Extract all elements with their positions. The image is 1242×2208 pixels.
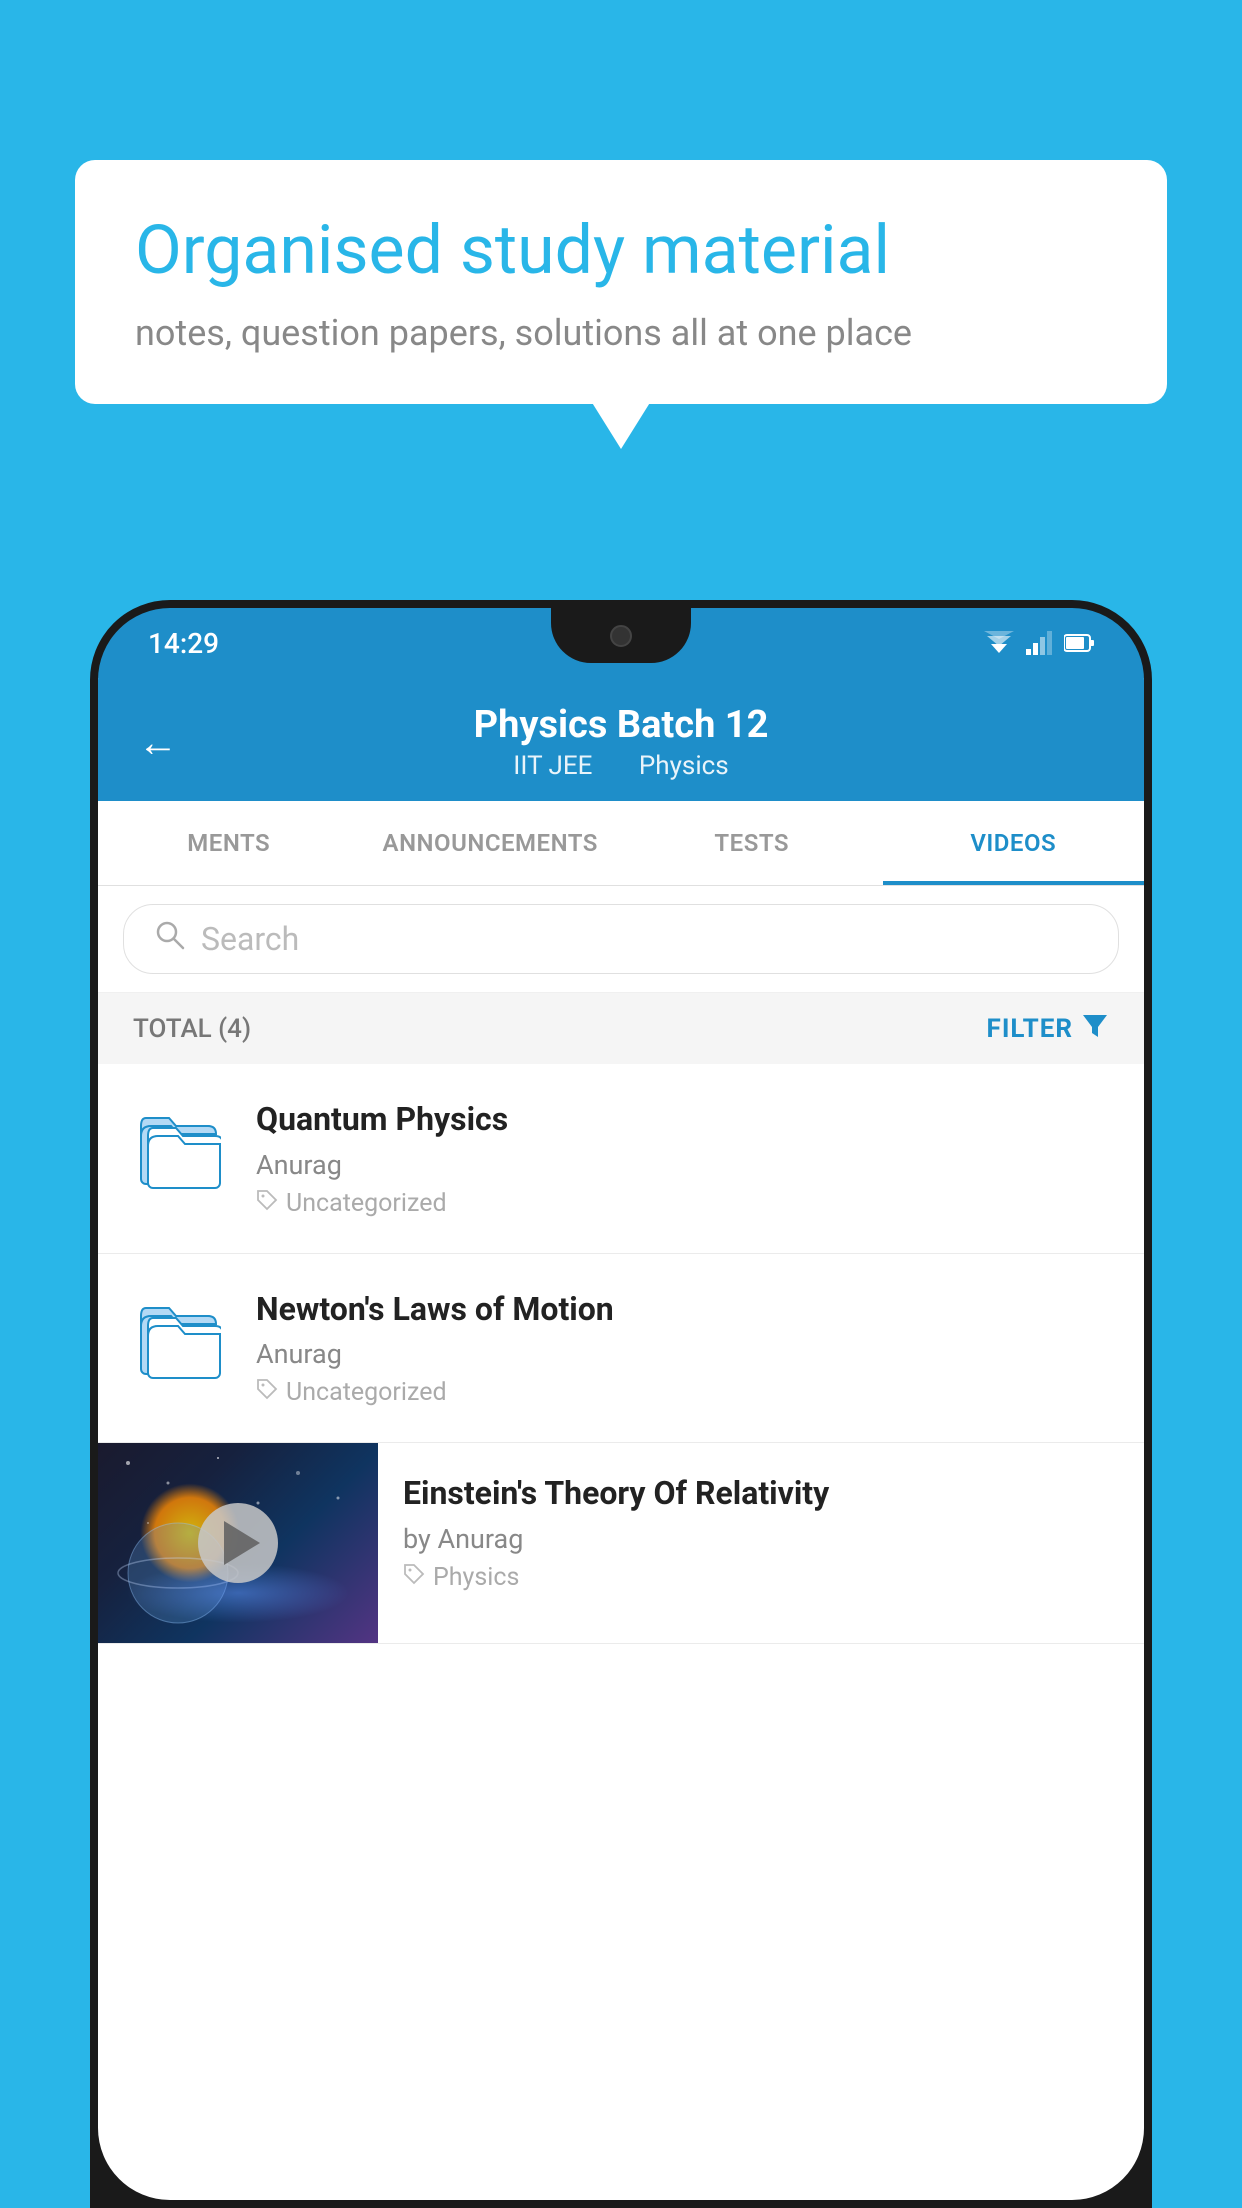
video-info: Quantum Physics Anurag Uncategorized — [256, 1099, 1114, 1218]
total-count: TOTAL (4) — [133, 1014, 251, 1044]
filter-icon — [1081, 1011, 1109, 1046]
subtitle-part2: Physics — [639, 751, 729, 781]
list-item[interactable]: Newton's Laws of Motion Anurag Uncategor… — [98, 1254, 1144, 1444]
video-info: Newton's Laws of Motion Anurag Uncategor… — [256, 1289, 1114, 1408]
search-icon — [154, 919, 186, 959]
tab-ments[interactable]: MENTS — [98, 801, 360, 885]
power-button — [1144, 828, 1152, 938]
filter-bar: TOTAL (4) FILTER — [98, 993, 1144, 1064]
back-button[interactable]: ← — [138, 719, 178, 766]
filter-label: FILTER — [987, 1014, 1073, 1044]
header-title-area: Physics Batch 12 IIT JEE Physics — [208, 703, 1034, 781]
bubble-subtitle: notes, question papers, solutions all at… — [135, 312, 1107, 354]
bubble-title: Organised study material — [135, 210, 1107, 292]
batch-subtitle: IIT JEE Physics — [208, 751, 1034, 781]
video-author: Anurag — [256, 1149, 1114, 1181]
notch — [551, 608, 691, 663]
tab-announcements[interactable]: ANNOUNCEMENTS — [360, 801, 622, 885]
tab-videos[interactable]: VIDEOS — [883, 801, 1145, 885]
search-container: Search — [98, 886, 1144, 993]
tab-tests[interactable]: TESTS — [621, 801, 883, 885]
app-header: ← Physics Batch 12 IIT JEE Physics — [98, 678, 1144, 801]
play-icon — [224, 1521, 260, 1565]
video-title: Einstein's Theory Of Relativity — [403, 1473, 1119, 1515]
status-time: 14:29 — [148, 627, 219, 660]
folder-icon — [128, 1099, 228, 1199]
front-camera — [610, 625, 632, 647]
speech-bubble: Organised study material notes, question… — [75, 160, 1167, 404]
speech-bubble-container: Organised study material notes, question… — [75, 160, 1167, 404]
signal-icon — [1026, 631, 1052, 655]
wifi-icon — [984, 631, 1014, 655]
tag-icon — [256, 1378, 278, 1407]
filter-button[interactable]: FILTER — [987, 1011, 1109, 1046]
status-icons — [984, 631, 1094, 655]
search-placeholder: Search — [201, 920, 299, 958]
search-input-wrapper[interactable]: Search — [123, 904, 1119, 974]
list-item[interactable]: Quantum Physics Anurag Uncategorized — [98, 1064, 1144, 1254]
video-author: by Anurag — [403, 1523, 1119, 1555]
play-button[interactable] — [198, 1503, 278, 1583]
video-thumbnail — [98, 1443, 378, 1643]
subtitle-part1: IIT JEE — [513, 751, 592, 781]
tabs-bar: MENTS ANNOUNCEMENTS TESTS VIDEOS — [98, 801, 1144, 886]
video-tag: Uncategorized — [256, 1378, 1114, 1407]
tag-icon — [256, 1189, 278, 1218]
video-list: Quantum Physics Anurag Uncategorized — [98, 1064, 1144, 1644]
battery-icon — [1064, 633, 1094, 653]
video-author: Anurag — [256, 1338, 1114, 1370]
video-tag: Uncategorized — [256, 1189, 1114, 1218]
video-title: Quantum Physics — [256, 1099, 1114, 1141]
phone-frame: 14:29 — [90, 600, 1152, 2208]
batch-title: Physics Batch 12 — [208, 703, 1034, 747]
volume-up-button — [90, 788, 98, 858]
volume-down-button — [90, 878, 98, 948]
video-info: Einstein's Theory Of Relativity by Anura… — [378, 1443, 1144, 1622]
tag-icon — [403, 1563, 425, 1592]
video-tag: Physics — [403, 1563, 1119, 1592]
phone-content: ← Physics Batch 12 IIT JEE Physics MENTS… — [98, 678, 1144, 2200]
list-item[interactable]: Einstein's Theory Of Relativity by Anura… — [98, 1443, 1144, 1644]
status-bar: 14:29 — [98, 608, 1144, 678]
video-title: Newton's Laws of Motion — [256, 1289, 1114, 1331]
folder-icon — [128, 1289, 228, 1389]
